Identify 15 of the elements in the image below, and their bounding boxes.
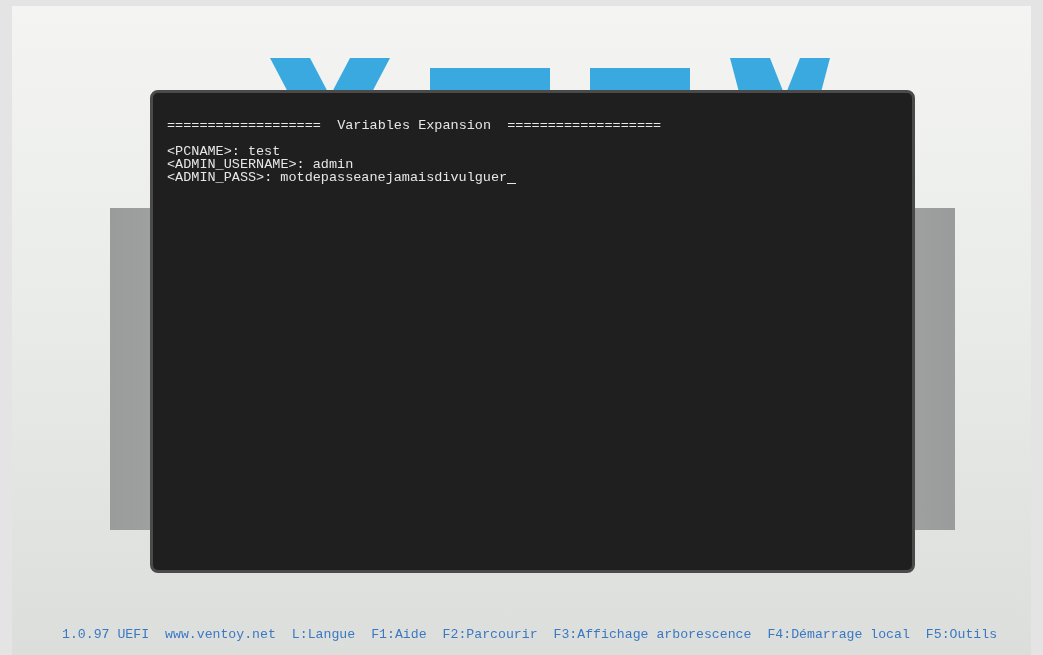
- footer-hotkey: F3:Affichage arborescence: [553, 626, 752, 645]
- footer-hotkey: F2:Parcourir: [442, 626, 538, 645]
- footer-hotkey: F4:Démarrage local: [767, 626, 910, 645]
- footer-hotkey: www.ventoy.net: [165, 626, 276, 645]
- variable-value[interactable]: motdepasseanejamaisdivulguer: [280, 171, 517, 184]
- variable-label: <ADMIN_PASS>:: [167, 171, 273, 184]
- variable-value: admin: [312, 158, 354, 171]
- variable-value: test: [247, 145, 281, 158]
- variable-label: <PCNAME>:: [167, 145, 240, 158]
- console-heading: =================== Variables Expansion ===================: [167, 119, 662, 132]
- variable-label: <ADMIN_USERNAME>:: [167, 158, 305, 171]
- footer-hotkey: F1:Aide: [371, 626, 427, 645]
- footer-hotkey: 1.0.97 UEFI: [62, 626, 150, 645]
- footer-hotkey: L:Langue: [291, 626, 356, 645]
- footer-hotkey: F5:Outils: [925, 626, 998, 645]
